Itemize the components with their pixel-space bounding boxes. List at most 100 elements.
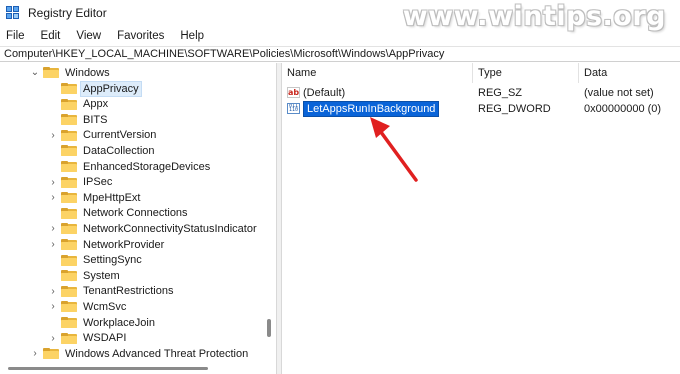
folder-icon: [61, 114, 77, 126]
folder-icon: [61, 145, 77, 157]
folder-icon: [61, 129, 77, 141]
tree-item-ipsec[interactable]: › IPSec: [48, 175, 114, 190]
tree-item-networkprovider[interactable]: › NetworkProvider: [48, 237, 166, 252]
value-row-letappsruninbackground[interactable]: 011 110 LetAppsRunInBackground REG_DWORD …: [282, 100, 680, 117]
folder-icon: [61, 301, 77, 313]
tree-item-label: Windows Advanced Threat Protection: [65, 347, 249, 360]
registry-editor-icon: [6, 6, 20, 20]
tree-item-label: AppPrivacy: [80, 80, 142, 97]
values-pane: Name Type Data ab (Default) REG_SZ (valu…: [282, 63, 680, 374]
value-data: (value not set): [584, 86, 654, 99]
chevron-down-icon[interactable]: ⌄: [30, 65, 40, 80]
value-type: REG_DWORD: [478, 102, 551, 115]
list-header: Name Type Data: [282, 63, 680, 83]
tree-pane: ⌄ Windows AppPrivacy Appx BITS › CurrentVers…: [0, 63, 276, 364]
tree-item-windows-atp[interactable]: › Windows Advanced Threat Protection: [30, 346, 250, 361]
tree-item-networkconnectivitystatusindicator[interactable]: › NetworkConnectivityStatusIndicator: [48, 221, 259, 236]
column-header-type[interactable]: Type: [473, 63, 579, 83]
chevron-right-icon[interactable]: ›: [48, 331, 58, 346]
tree-item-label: DataCollection: [83, 144, 155, 157]
tree-item-label: BITS: [83, 113, 108, 126]
tree-item-mpehttpext[interactable]: › MpeHttpExt: [48, 190, 142, 205]
menu-file[interactable]: File: [6, 30, 25, 42]
tree-item-label: TenantRestrictions: [83, 285, 174, 298]
scroll-thumb[interactable]: [8, 367, 208, 370]
menu-help[interactable]: Help: [180, 30, 204, 42]
value-name: (Default): [303, 86, 346, 99]
tree-item-label: Appx: [83, 98, 109, 111]
tree-item-label: Windows: [65, 66, 110, 79]
title-bar: Registry Editor www.wintips.org: [0, 0, 680, 32]
folder-icon: [61, 98, 77, 110]
tree-item-wsdapi[interactable]: › WSDAPI: [48, 331, 128, 346]
chevron-right-icon[interactable]: ›: [48, 299, 58, 314]
folder-icon: [61, 192, 77, 204]
tree-item-network-connections[interactable]: Network Connections: [48, 206, 190, 221]
chevron-right-icon[interactable]: ›: [30, 346, 40, 361]
tree-item-label: WSDAPI: [83, 332, 127, 345]
menu-bar: File Edit View Favorites Help: [0, 26, 680, 46]
tree-item-tenantrestrictions[interactable]: › TenantRestrictions: [48, 284, 176, 299]
folder-icon: [61, 207, 77, 219]
tree-item-label: NetworkProvider: [83, 238, 165, 251]
tree-item-appprivacy[interactable]: AppPrivacy: [48, 80, 142, 97]
tree-item-bits[interactable]: BITS: [48, 112, 109, 127]
tree-item-label: MpeHttpExt: [83, 191, 141, 204]
folder-icon: [61, 239, 77, 250]
tree-item-wcmsvc[interactable]: › WcmSvc: [48, 299, 128, 314]
menu-favorites[interactable]: Favorites: [117, 30, 164, 42]
chevron-right-icon[interactable]: ›: [48, 237, 58, 252]
value-type: REG_SZ: [478, 86, 523, 99]
folder-icon: [43, 348, 59, 359]
dword-value-icon: 011 110: [287, 103, 300, 114]
tree-item-label: WorkplaceJoin: [83, 316, 155, 329]
red-arrow-annotation: [370, 117, 418, 182]
tree-item-datacollection[interactable]: DataCollection: [48, 143, 157, 158]
chevron-right-icon[interactable]: ›: [48, 175, 58, 190]
scroll-thumb[interactable]: [267, 319, 271, 337]
tree-item-label: IPSec: [83, 176, 113, 189]
folder-icon: [61, 270, 77, 282]
tree-item-currentversion[interactable]: › CurrentVersion: [48, 128, 158, 143]
tree-item-label: CurrentVersion: [83, 129, 157, 142]
string-value-icon: ab: [287, 87, 300, 98]
menu-edit[interactable]: Edit: [41, 30, 61, 42]
tree-item-windows[interactable]: ⌄ Windows: [30, 65, 112, 80]
tree-item-label: Network Connections: [83, 207, 188, 220]
tree-item-label: System: [83, 269, 120, 282]
chevron-right-icon[interactable]: ›: [48, 128, 58, 143]
folder-icon: [61, 317, 77, 328]
window-title: Registry Editor: [28, 6, 107, 20]
value-row-default[interactable]: ab (Default) REG_SZ (value not set): [282, 84, 680, 101]
chevron-right-icon[interactable]: ›: [48, 221, 58, 236]
folder-icon: [61, 176, 77, 188]
tree-item-label: SettingSync: [83, 254, 142, 267]
tree-item-workplacejoin[interactable]: WorkplaceJoin: [48, 315, 157, 330]
tree-item-label: NetworkConnectivityStatusIndicator: [83, 222, 257, 235]
chevron-right-icon[interactable]: ›: [48, 284, 58, 299]
folder-icon: [43, 67, 59, 78]
address-bar[interactable]: Computer\HKEY_LOCAL_MACHINE\SOFTWARE\Pol…: [0, 46, 680, 62]
menu-view[interactable]: View: [76, 30, 101, 42]
tree-item-appx[interactable]: Appx: [48, 97, 110, 112]
column-header-data[interactable]: Data: [579, 63, 680, 83]
folder-icon: [61, 161, 77, 172]
chevron-right-icon[interactable]: ›: [48, 190, 58, 205]
folder-icon: [61, 254, 77, 266]
column-header-name[interactable]: Name: [282, 63, 473, 83]
tree-item-label: EnhancedStorageDevices: [83, 160, 211, 173]
tree-item-enhancedstoragedevices[interactable]: EnhancedStorageDevices: [48, 159, 212, 174]
tree-item-label: WcmSvc: [83, 300, 127, 313]
tree-item-system[interactable]: System: [48, 268, 122, 283]
tree-item-settingsync[interactable]: SettingSync: [48, 253, 144, 268]
tree-horizontal-scrollbar[interactable]: [0, 362, 276, 374]
tree-vertical-scrollbar[interactable]: [263, 63, 276, 364]
